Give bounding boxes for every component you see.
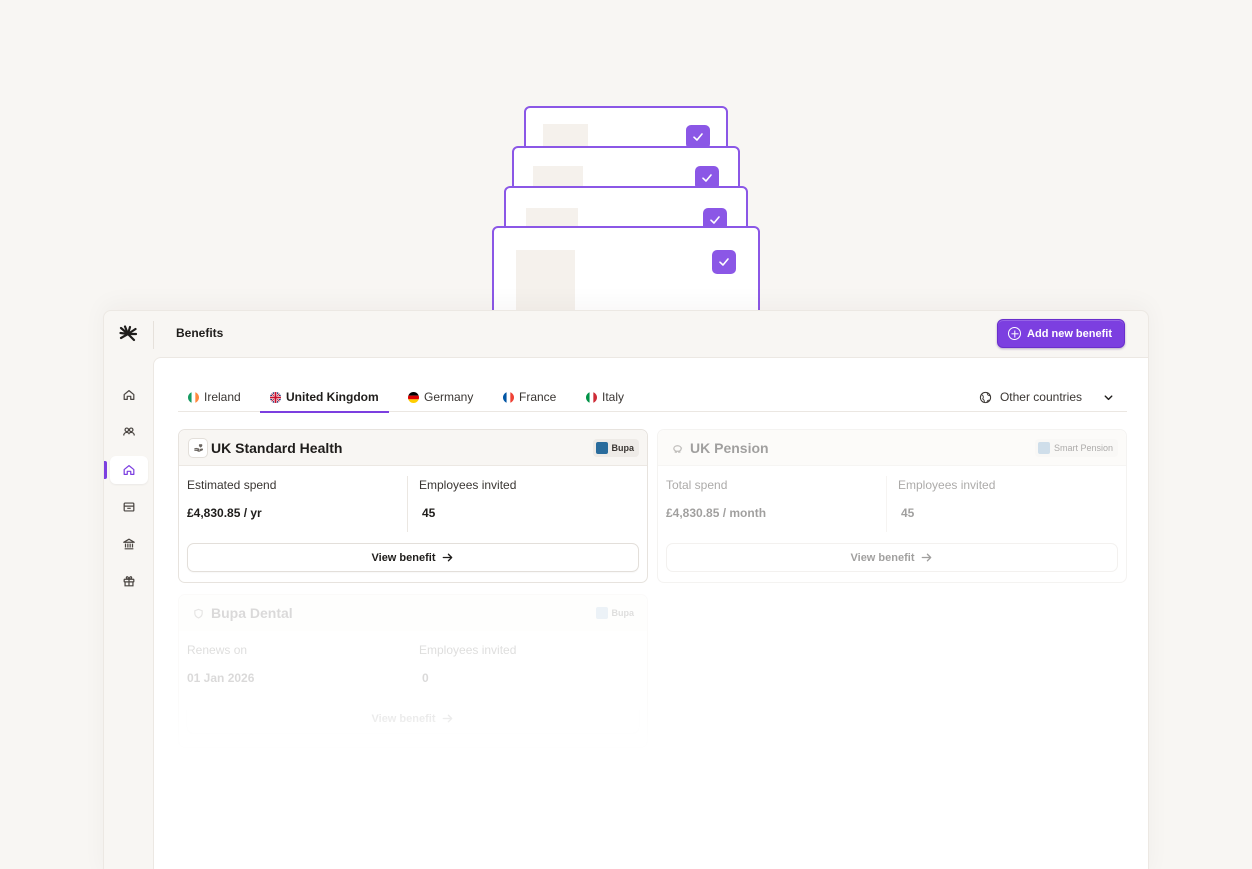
stat-divider xyxy=(407,476,408,532)
benefit-card-uk-standard-health[interactable]: UK Standard Health Bupa Estimated spend … xyxy=(178,429,648,583)
italy-flag-icon xyxy=(586,391,597,403)
tab-united-kingdom-label: United Kingdom xyxy=(286,390,379,404)
tab-italy-label: Italy xyxy=(602,390,625,404)
stat-estimated-spend: Estimated spend £4,830.85 / yr xyxy=(187,478,276,520)
plus-circle-icon xyxy=(1008,327,1022,340)
sidebar xyxy=(104,357,153,869)
bupa-logo-icon xyxy=(595,607,608,619)
tab-ireland[interactable]: Ireland xyxy=(178,382,251,412)
stat-label: Renews on xyxy=(187,643,248,657)
country-tabs: Ireland United Kingdom Germany France It… xyxy=(178,382,1127,413)
page-title: Benefits xyxy=(176,326,224,340)
arrow-right-icon xyxy=(922,553,932,562)
active-indicator xyxy=(104,461,107,479)
arrow-right-icon xyxy=(443,553,453,562)
stat-value: 0 xyxy=(422,671,429,685)
stat-label: Employees invited xyxy=(419,643,517,657)
header-divider xyxy=(153,321,154,349)
health-hand-icon xyxy=(188,438,208,458)
view-benefit-button[interactable]: View benefit xyxy=(666,543,1118,572)
provider-name: Smart Pension xyxy=(1053,443,1113,453)
logo-icon[interactable] xyxy=(118,324,138,344)
stat-value: 45 xyxy=(901,506,915,520)
sidebar-item-people[interactable] xyxy=(110,418,148,446)
sidebar-item-bank[interactable] xyxy=(110,530,148,558)
shield-icon xyxy=(188,603,208,623)
stat-label: Estimated spend xyxy=(187,478,277,492)
stat-value: £4,830.85 / yr xyxy=(187,506,262,520)
view-benefit-label: View benefit xyxy=(371,551,436,564)
arrow-right-icon xyxy=(443,714,453,723)
benefit-title: UK Pension xyxy=(690,440,769,456)
stat-employees-invited: Employees invited 0 xyxy=(419,643,516,685)
provider-name: Bupa xyxy=(611,443,635,453)
bupa-logo-icon xyxy=(595,442,608,454)
stat-total-spend: Total spend £4,830.85 / month xyxy=(666,478,766,520)
stat-renews-on: Renews on 01 Jan 2026 xyxy=(187,643,254,685)
stat-value: 45 xyxy=(422,506,436,520)
france-flag-icon xyxy=(503,391,514,403)
stat-employees-invited: Employees invited 45 xyxy=(419,478,516,520)
view-benefit-label: View benefit xyxy=(371,712,436,725)
bank-icon xyxy=(123,538,135,550)
other-countries-label: Other countries xyxy=(999,390,1082,404)
provider-badge: Bupa xyxy=(592,439,639,457)
benefit-card-bupa-dental[interactable]: Bupa Dental Bupa Renews on 01 Jan 2026 E… xyxy=(177,594,649,749)
sidebar-item-benefits[interactable] xyxy=(110,456,148,484)
provider-name: Bupa xyxy=(611,608,635,618)
smart-pension-logo-icon xyxy=(1037,442,1050,454)
inbox-icon xyxy=(123,502,135,512)
tab-ireland-label: Ireland xyxy=(204,390,241,404)
benefit-title: Bupa Dental xyxy=(211,605,293,621)
sidebar-item-home[interactable] xyxy=(110,381,148,409)
stat-label: Employees invited xyxy=(898,478,996,492)
app-header: Benefits Add new benefit xyxy=(104,311,1148,357)
view-benefit-label: View benefit xyxy=(850,551,915,564)
tab-france-label: France xyxy=(519,390,557,404)
stat-divider xyxy=(886,476,887,532)
tab-italy[interactable]: Italy xyxy=(576,382,634,412)
benefit-stats: Estimated spend £4,830.85 / yr Employees… xyxy=(179,466,647,542)
benefit-card-header: UK Pension Smart Pension xyxy=(658,430,1126,466)
benefit-card-header: UK Standard Health Bupa xyxy=(179,430,647,466)
stat-label: Employees invited xyxy=(419,478,517,492)
add-new-benefit-label: Add new benefit xyxy=(1027,327,1112,340)
tab-germany[interactable]: Germany xyxy=(398,382,483,412)
tab-france[interactable]: France xyxy=(493,382,566,412)
sidebar-item-gift[interactable] xyxy=(110,567,148,595)
tab-united-kingdom[interactable]: United Kingdom xyxy=(260,382,389,413)
chevron-down-icon xyxy=(1104,394,1113,400)
benefit-card-header: Bupa Dental Bupa xyxy=(179,595,647,631)
germany-flag-icon xyxy=(408,391,419,403)
benefit-stats: Total spend £4,830.85 / month Employees … xyxy=(658,466,1126,542)
benefit-stats: Renews on 01 Jan 2026 Employees invited … xyxy=(179,631,647,707)
benefit-title: UK Standard Health xyxy=(211,440,343,456)
benefits-home-icon xyxy=(123,465,135,475)
app-window: Benefits Add new benefit Ireland United … xyxy=(103,310,1149,869)
benefit-card-uk-pension[interactable]: UK Pension Smart Pension Total spend £4,… xyxy=(657,429,1127,583)
stat-value: 01 Jan 2026 xyxy=(187,671,255,685)
sidebar-item-inbox[interactable] xyxy=(110,493,148,521)
globe-icon xyxy=(979,391,992,403)
uk-flag-icon xyxy=(270,391,281,403)
tab-germany-label: Germany xyxy=(424,390,474,404)
home-icon xyxy=(123,390,135,400)
piggy-bank-icon xyxy=(667,438,687,458)
ireland-flag-icon xyxy=(188,391,199,403)
add-new-benefit-button[interactable]: Add new benefit xyxy=(997,319,1125,348)
provider-badge: Smart Pension xyxy=(1034,439,1118,457)
provider-badge: Bupa xyxy=(593,604,640,622)
view-benefit-button[interactable]: View benefit xyxy=(187,704,639,733)
view-benefit-button[interactable]: View benefit xyxy=(187,543,639,572)
other-countries-dropdown[interactable]: Other countries xyxy=(979,382,1127,412)
checkbox-checked-icon xyxy=(712,250,736,274)
main-panel: Ireland United Kingdom Germany France It… xyxy=(153,357,1148,869)
people-icon xyxy=(123,427,135,436)
gift-icon xyxy=(123,576,135,587)
stat-employees-invited: Employees invited 45 xyxy=(898,478,995,520)
stat-value: £4,830.85 / month xyxy=(666,506,767,520)
stat-label: Total spend xyxy=(666,478,728,492)
